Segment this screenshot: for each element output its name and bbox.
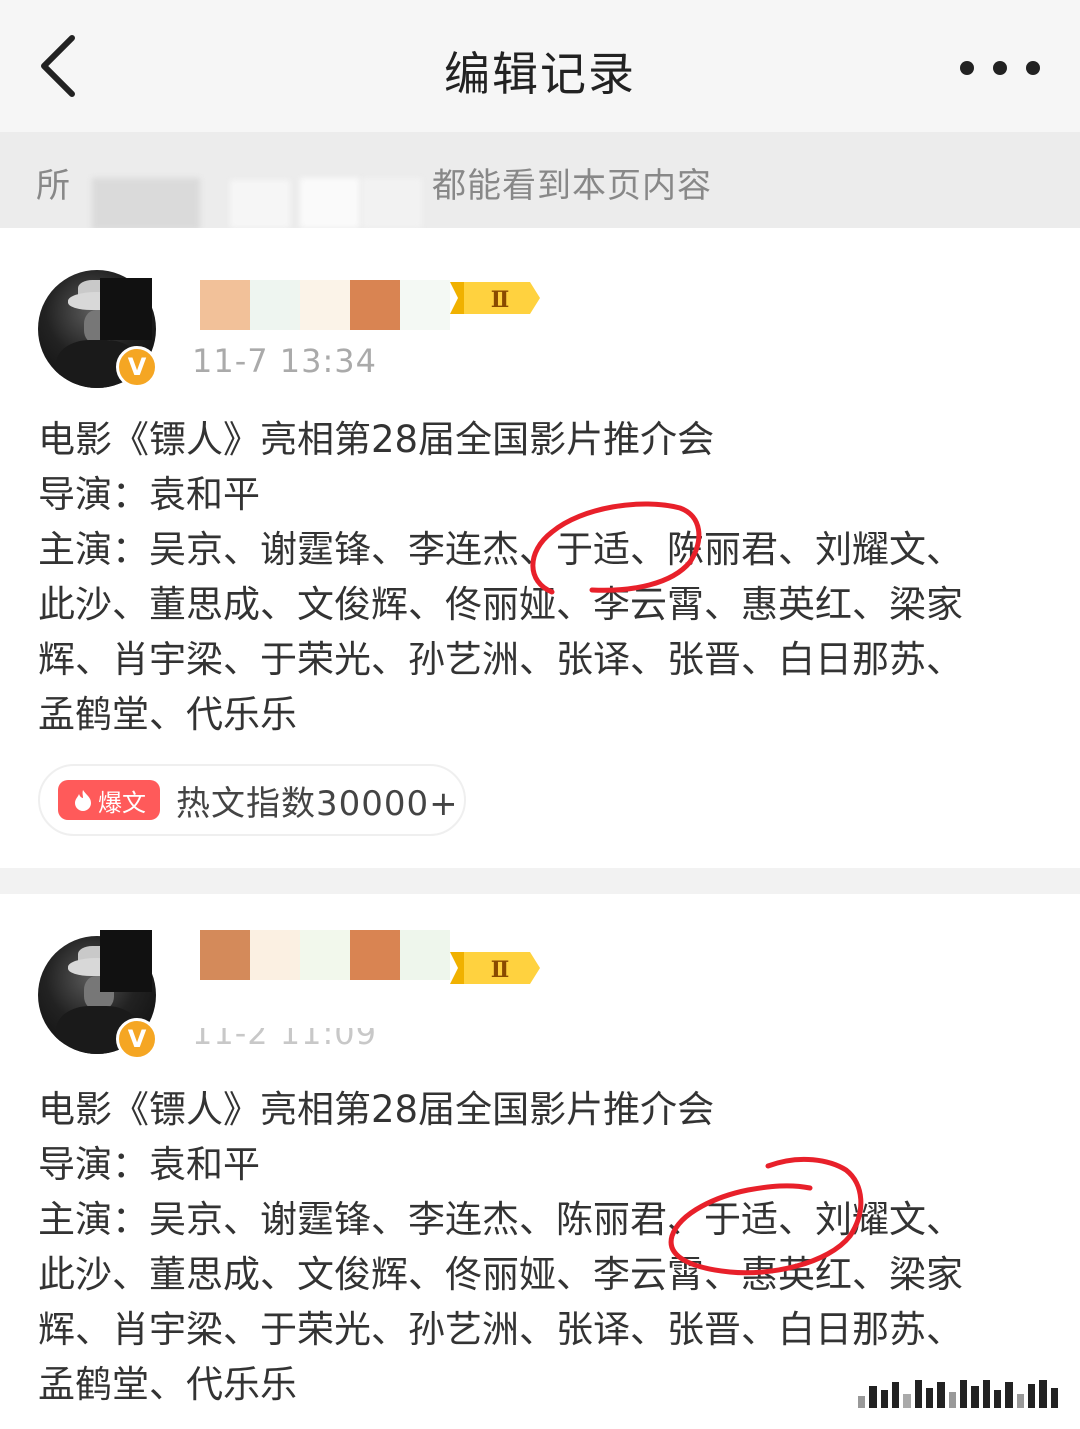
fire-icon (75, 790, 91, 811)
post-content: 电影《镖人》亮相第28届全国影片推介会 导演：袁和平 主演：吴京、谢霆锋、李连杰… (38, 412, 1048, 742)
page-title: 编辑记录 (444, 47, 636, 101)
post-line: 导演：袁和平 (38, 473, 260, 516)
post-line: 主演：吴京、谢霆锋、李连杰、陈丽君、于适、刘耀文、 (38, 1198, 963, 1241)
visibility-notice: 所 都能看到本页内容 (0, 132, 1080, 230)
top-bar: 编辑记录 (0, 0, 1080, 132)
post-timestamp: 11-7 13:34 (192, 342, 378, 380)
notice-prefix: 所 (36, 166, 71, 206)
post-line: 主演：吴京、谢霆锋、李连杰、于适、陈丽君、刘耀文、 (38, 528, 963, 571)
post-line: 电影《镖人》亮相第28届全国影片推介会 (38, 1088, 715, 1131)
level-badge-icon: Ⅱ (450, 952, 540, 984)
redacted-block (100, 278, 152, 340)
hot-tag-label: 爆文 (98, 788, 146, 817)
hot-index-pill[interactable]: 爆文 热文指数30000+ (38, 764, 466, 836)
hot-tag-badge: 爆文 (58, 780, 160, 820)
post-line: 此沙、董思成、文俊辉、佟丽娅、李云霄、惠英红、梁家 (38, 1253, 963, 1296)
notice-suffix: 都能看到本页内容 (432, 166, 712, 206)
more-dots-icon-dot (1026, 61, 1040, 75)
verified-badge: V (116, 1018, 158, 1060)
post-line: 导演：袁和平 (38, 1143, 260, 1186)
post-card: V Ⅱ 11-2 11:09 电影《镖人》亮相第28届全国影片推介会 导演：袁和… (0, 894, 1080, 1429)
post-line: 电影《镖人》亮相第28届全国影片推介会 (38, 418, 715, 461)
level-badge-label: Ⅱ (491, 287, 510, 313)
post-line: 辉、肖宇梁、于荣光、孙艺洲、张译、张晋、白日那苏、 (38, 1308, 963, 1351)
redacted-block (100, 930, 152, 992)
username-redacted[interactable] (200, 930, 450, 980)
post-line: 此沙、董思成、文俊辉、佟丽娅、李云霄、惠英红、梁家 (38, 583, 963, 626)
level-badge-icon: Ⅱ (450, 282, 540, 314)
post-card: V Ⅱ 11-7 13:34 电影《镖人》亮相第28届全国影片推介会 导演：袁和… (0, 228, 1080, 868)
divider (0, 868, 1080, 894)
more-options-button[interactable] (960, 50, 1040, 86)
redacted-block (230, 180, 290, 228)
post-content: 电影《镖人》亮相第28届全国影片推介会 导演：袁和平 主演：吴京、谢霆锋、李连杰… (38, 1082, 1048, 1412)
post-line: 孟鹤堂、代乐乐 (38, 693, 297, 736)
redacted-block (362, 178, 422, 228)
verified-badge: V (116, 346, 158, 388)
more-dots-icon-dot (993, 61, 1007, 75)
redacted-block (300, 178, 360, 228)
level-badge-label: Ⅱ (491, 957, 510, 983)
hot-index-label: 热文指数30000+ (176, 783, 459, 824)
watermark (858, 1378, 1058, 1408)
post-line: 辉、肖宇梁、于荣光、孙艺洲、张译、张晋、白日那苏、 (38, 638, 963, 681)
post-timestamp: 11-2 11:09 (192, 1014, 378, 1052)
username-redacted[interactable] (200, 280, 450, 330)
more-dots-icon (960, 61, 974, 75)
redacted-block (92, 178, 200, 230)
